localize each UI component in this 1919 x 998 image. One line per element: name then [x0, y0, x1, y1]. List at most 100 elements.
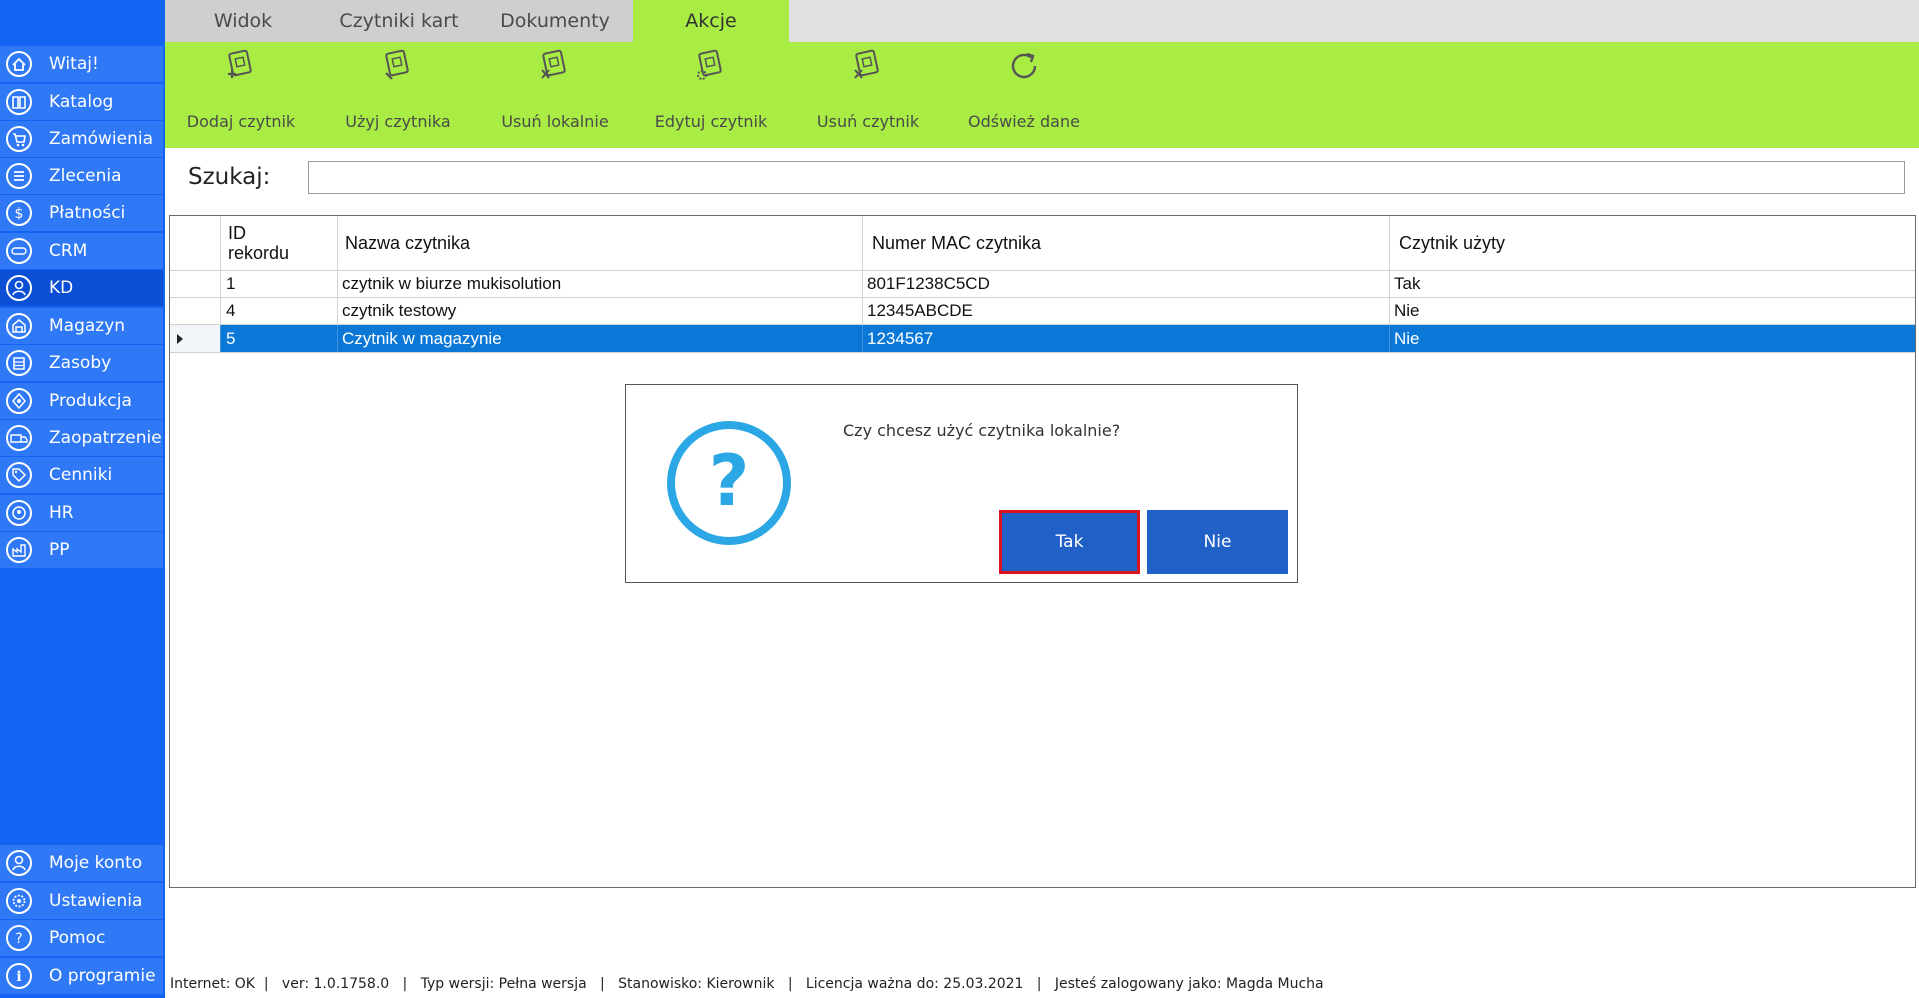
add-reader-button[interactable]: Dodaj czytnik	[166, 42, 316, 148]
sidebar-item-kd[interactable]: KD	[0, 270, 163, 306]
cell-text: 5	[226, 329, 236, 348]
cell-text: czytnik w biurze mukisolution	[342, 274, 562, 293]
sidebar-item-ustawienia[interactable]: Ustawienia	[0, 883, 163, 919]
search-input[interactable]	[308, 161, 1905, 194]
table-header-row: ID rekordu Nazwa czytnika Numer MAC czyt…	[170, 216, 1915, 271]
edit-reader-button[interactable]: Edytuj czytnik	[636, 42, 786, 148]
column-header-name[interactable]: Nazwa czytnika	[338, 216, 863, 270]
use-reader-button[interactable]: Użyj czytnika	[323, 42, 473, 148]
cell-name: Czytnik w magazynie	[338, 325, 863, 352]
home-icon	[5, 50, 33, 78]
production-icon	[5, 387, 33, 415]
row-header-cell[interactable]	[170, 298, 221, 324]
sidebar-item-witaj[interactable]: Witaj!	[0, 46, 163, 82]
question-icon: ?	[665, 419, 793, 547]
help-icon: ?	[5, 924, 33, 952]
remove-local-button[interactable]: Usuń lokalnie	[480, 42, 630, 148]
sidebar-item-label: Cenniki	[49, 465, 113, 485]
table-row[interactable]: 1 czytnik w biurze mukisolution 801F1238…	[170, 270, 1915, 298]
sidebar-item-platnosci[interactable]: $ Płatności	[0, 195, 163, 231]
sidebar-item-label: Zamówienia	[49, 129, 154, 149]
column-header-id[interactable]: ID rekordu	[221, 216, 338, 270]
cell-text: czytnik testowy	[342, 301, 457, 320]
cell-id: 5	[221, 325, 338, 352]
info-icon: i	[5, 962, 33, 990]
cell-mac: 1234567	[863, 325, 1390, 352]
table-row[interactable]: 4 czytnik testowy 12345ABCDE Nie	[170, 298, 1915, 325]
sidebar: Witaj! Katalog Zamówienia Zlecenia $ Pła…	[0, 0, 165, 998]
tab-czytniki-kart[interactable]: Czytniki kart	[321, 0, 477, 42]
tab-widok[interactable]: Widok	[165, 0, 321, 42]
sidebar-item-katalog[interactable]: Katalog	[0, 84, 163, 120]
sidebar-item-label: Magazyn	[49, 316, 126, 336]
dialog-message: Czy chcesz użyć czytnika lokalnie?	[843, 421, 1121, 440]
sidebar-item-zasoby[interactable]: Zasoby	[0, 345, 163, 381]
cell-text: Nie	[1394, 329, 1420, 348]
cell-text: 1	[226, 274, 236, 293]
cell-used: Nie	[1390, 325, 1915, 352]
cell-text: 12345ABCDE	[867, 301, 973, 320]
sidebar-item-label: Zlecenia	[49, 166, 122, 186]
cell-name: czytnik testowy	[338, 298, 863, 324]
sidebar-item-label: O programie	[49, 966, 156, 986]
price-tag-icon	[5, 461, 33, 489]
sidebar-item-hr[interactable]: HR	[0, 495, 163, 531]
sidebar-item-label: Witaj!	[49, 54, 99, 74]
cell-name: czytnik w biurze mukisolution	[338, 270, 863, 297]
cell-text: Tak	[1394, 274, 1421, 293]
column-header-label: ID rekordu	[228, 223, 290, 263]
column-header-used[interactable]: Czytnik użyty	[1390, 216, 1915, 270]
list-icon	[5, 162, 33, 190]
yes-button[interactable]: Tak	[999, 510, 1140, 574]
sidebar-item-crm[interactable]: CRM	[0, 233, 163, 269]
current-row-arrow-icon	[177, 334, 183, 344]
sidebar-item-label: Zaopatrzenie	[49, 428, 162, 448]
sidebar-item-o-programie[interactable]: i O programie	[0, 958, 163, 994]
remove-local-icon	[537, 48, 573, 84]
sidebar-item-label: KD	[49, 278, 74, 298]
tab-bar: Widok Czytniki kart Dokumenty Akcje	[165, 0, 1919, 42]
sidebar-item-moje-konto[interactable]: Moje konto	[0, 845, 163, 881]
svg-text:?: ?	[709, 440, 750, 522]
sidebar-item-label: CRM	[49, 241, 88, 261]
no-button[interactable]: Nie	[1147, 510, 1288, 574]
column-header-label: Numer MAC czytnika	[872, 233, 1042, 253]
sidebar-item-pomoc[interactable]: ? Pomoc	[0, 920, 163, 956]
column-header-mac[interactable]: Numer MAC czytnika	[863, 216, 1390, 270]
table-row-selected[interactable]: 5 Czytnik w magazynie 1234567 Nie	[170, 325, 1915, 353]
delete-reader-button[interactable]: Usuń czytnik	[793, 42, 943, 148]
sidebar-item-label: Produkcja	[49, 391, 132, 411]
sidebar-item-label: Zasoby	[49, 353, 112, 373]
warehouse-icon	[5, 312, 33, 340]
use-reader-icon	[380, 48, 416, 84]
tab-akcje[interactable]: Akcje	[633, 0, 789, 42]
sidebar-item-pp[interactable]: PP	[0, 532, 163, 568]
svg-text:i: i	[16, 969, 21, 985]
row-header-cell	[170, 216, 221, 270]
sidebar-item-label: Pomoc	[49, 928, 106, 948]
person-icon	[5, 274, 33, 302]
pp-icon	[5, 536, 33, 564]
sidebar-item-label: Moje konto	[49, 853, 143, 873]
refresh-button[interactable]: Odśwież dane	[949, 42, 1099, 148]
sidebar-item-zamowienia[interactable]: Zamówienia	[0, 121, 163, 157]
cell-text: 801F1238C5CD	[867, 274, 990, 293]
sidebar-item-label: HR	[49, 503, 74, 523]
cell-used: Nie	[1390, 298, 1915, 324]
sidebar-item-label: Ustawienia	[49, 891, 143, 911]
sidebar-item-zaopatrzenie[interactable]: Zaopatrzenie	[0, 420, 163, 456]
sidebar-item-cenniki[interactable]: Cenniki	[0, 457, 163, 493]
refresh-icon	[1006, 48, 1042, 84]
sidebar-item-magazyn[interactable]: Magazyn	[0, 308, 163, 344]
edit-reader-icon	[693, 48, 729, 84]
sidebar-item-label: Katalog	[49, 92, 114, 112]
truck-icon	[5, 424, 33, 452]
ribbon-button-label: Edytuj czytnik	[654, 112, 768, 131]
row-header-cell[interactable]	[170, 270, 221, 297]
sidebar-item-produkcja[interactable]: Produkcja	[0, 383, 163, 419]
tab-dokumenty[interactable]: Dokumenty	[477, 0, 633, 42]
hr-icon	[5, 499, 33, 527]
sidebar-item-zlecenia[interactable]: Zlecenia	[0, 158, 163, 194]
sidebar-item-label: Płatności	[49, 203, 126, 223]
row-header-cell[interactable]	[170, 325, 221, 352]
